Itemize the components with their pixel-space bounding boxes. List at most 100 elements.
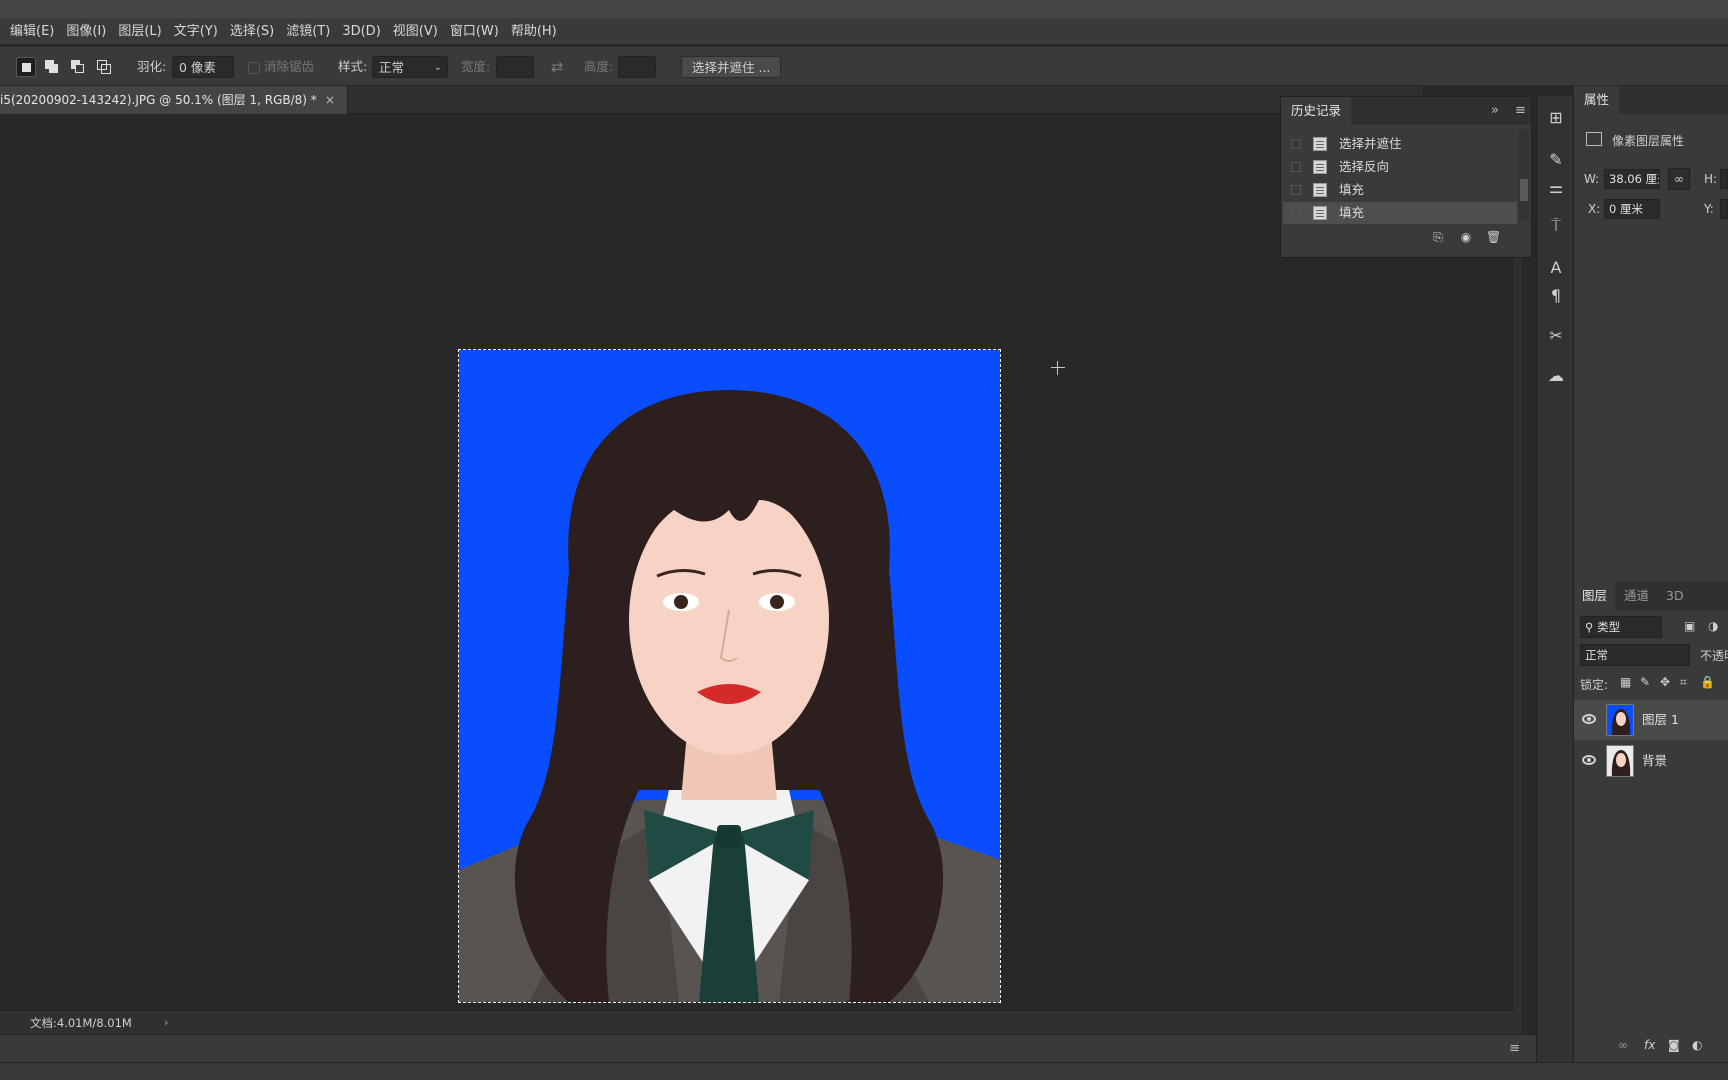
select-and-mask-button[interactable]: 选择并遮住 ... xyxy=(681,56,782,78)
opacity-label: 不透明 xyxy=(1700,649,1728,663)
menu-help[interactable]: 帮助(H) xyxy=(505,22,563,42)
menu-select[interactable]: 选择(S) xyxy=(224,22,280,42)
menu-type[interactable]: 文字(Y) xyxy=(168,22,224,42)
link-icon[interactable]: ∞ xyxy=(1668,168,1690,190)
antialias-checkbox[interactable] xyxy=(248,62,260,74)
camera-icon[interactable]: ◉ xyxy=(1459,230,1473,244)
layer-row[interactable]: 背景 xyxy=(1574,741,1728,781)
width-field[interactable]: 38.06 厘米 xyxy=(1604,169,1660,189)
new-document-from-state-icon[interactable]: ⎘ xyxy=(1431,230,1445,244)
chevron-down-icon: ⌄ xyxy=(433,62,442,73)
tab-3d[interactable]: 3D xyxy=(1658,582,1692,610)
chevron-right-icon[interactable]: › xyxy=(164,1011,168,1035)
character-icon[interactable]: A xyxy=(1544,256,1568,280)
layer-filter-select[interactable]: ⚲ 类型 xyxy=(1580,616,1662,638)
lock-artboard-icon[interactable]: ⌗ xyxy=(1680,675,1687,690)
fx-icon[interactable]: fx xyxy=(1644,1038,1655,1052)
brush-settings-icon[interactable]: ✎ xyxy=(1544,148,1568,172)
right-panels: 属性 像素图层属性 W: 38.06 厘米 ∞ H: X: 0 厘米 Y: 图层… xyxy=(1574,86,1728,1062)
menu-layer[interactable]: 图层(L) xyxy=(112,22,167,42)
visibility-eye-icon[interactable] xyxy=(1582,714,1596,724)
history-snapshot-checkbox[interactable] xyxy=(1291,208,1301,218)
image-filter-icon[interactable]: ▣ xyxy=(1684,619,1695,633)
lock-label: 锁定: xyxy=(1580,678,1609,692)
history-step-icon xyxy=(1313,160,1327,174)
history-item-label: 填充 xyxy=(1339,182,1365,197)
adjustment-filter-icon[interactable]: ◑ xyxy=(1708,619,1718,633)
tool-presets-icon[interactable]: ✂ xyxy=(1544,324,1568,348)
lock-position-icon[interactable]: ✥ xyxy=(1660,675,1670,689)
document-title: i5(20200902-143242).JPG @ 50.1% (图层 1, R… xyxy=(0,93,317,107)
style-label: 样式: xyxy=(338,59,368,74)
menu-image[interactable]: 图像(I) xyxy=(60,22,112,42)
new-selection-icon[interactable] xyxy=(16,57,36,77)
scroll-thumb[interactable] xyxy=(1520,179,1528,201)
height-label: 高度: xyxy=(584,59,614,74)
bottom-dock: ≡ xyxy=(0,1034,1536,1062)
height-field[interactable] xyxy=(1720,169,1728,189)
menu-window[interactable]: 窗口(W) xyxy=(444,22,505,42)
properties-tab[interactable]: 属性 xyxy=(1574,86,1620,114)
style-select[interactable]: 正常 ⌄ xyxy=(372,56,448,78)
x-field[interactable]: 0 厘米 xyxy=(1604,199,1660,219)
feather-input[interactable]: 0 像素 xyxy=(172,56,234,78)
tab-layers[interactable]: 图层 xyxy=(1574,582,1616,610)
layer-thumbnail xyxy=(1606,704,1634,736)
history-item-selected[interactable]: 填充 xyxy=(1283,202,1517,224)
history-step-icon xyxy=(1313,206,1327,220)
history-item-label: 选择反向 xyxy=(1339,159,1390,174)
width-input[interactable] xyxy=(496,56,534,78)
history-panel-icon[interactable]: ⊞ xyxy=(1544,106,1568,130)
history-item[interactable]: 选择反向 xyxy=(1283,156,1517,178)
blend-mode-select[interactable]: 正常 xyxy=(1580,644,1690,666)
libraries-icon[interactable]: ☁ xyxy=(1544,364,1568,388)
layer-thumbnail-art xyxy=(1611,709,1631,735)
history-snapshot-checkbox[interactable] xyxy=(1291,185,1301,195)
document-tab[interactable]: i5(20200902-143242).JPG @ 50.1% (图层 1, R… xyxy=(0,86,348,114)
adjustments-icon[interactable]: ⚌ xyxy=(1544,176,1568,200)
history-snapshot-checkbox[interactable] xyxy=(1291,139,1301,149)
history-item-label: 填充 xyxy=(1339,205,1365,220)
paragraph-icon[interactable]: ¶ xyxy=(1544,284,1568,308)
menu-bar: 编辑(E) 图像(I) 图层(L) 文字(Y) 选择(S) 滤镜(T) 3D(D… xyxy=(0,0,1728,44)
panel-menu-icon[interactable]: ≡ xyxy=(1515,97,1526,125)
layer-name: 背景 xyxy=(1642,753,1668,768)
y-field[interactable] xyxy=(1720,199,1728,219)
filter-label: 类型 xyxy=(1597,620,1621,634)
layer-row[interactable]: 图层 1 xyxy=(1574,700,1728,740)
expand-icon[interactable]: » xyxy=(1491,97,1499,125)
close-icon[interactable]: × xyxy=(325,93,335,107)
swap-icon[interactable]: ⇄ xyxy=(551,56,564,78)
h-label: H: xyxy=(1704,172,1718,186)
style-value: 正常 xyxy=(379,60,405,75)
visibility-eye-icon[interactable] xyxy=(1582,755,1596,765)
subtract-from-selection-icon[interactable] xyxy=(68,57,88,77)
add-to-selection-icon[interactable] xyxy=(42,57,62,77)
history-tab[interactable]: 历史记录 xyxy=(1281,97,1352,125)
width-label: 宽度: xyxy=(461,59,491,74)
menu-filter[interactable]: 滤镜(T) xyxy=(280,22,336,42)
new-fill-layer-icon[interactable]: ◐ xyxy=(1692,1038,1702,1052)
history-item[interactable]: 填充 xyxy=(1283,179,1517,201)
history-item-label: 选择并遮住 xyxy=(1339,136,1402,151)
link-layers-icon[interactable]: ∞ xyxy=(1618,1038,1628,1052)
add-mask-icon[interactable]: ◙ xyxy=(1668,1038,1680,1052)
history-scrollbar[interactable] xyxy=(1519,129,1529,221)
lock-all-icon[interactable]: 🔒 xyxy=(1700,675,1715,689)
lock-transparent-icon[interactable]: ▦ xyxy=(1620,675,1631,689)
history-snapshot-checkbox[interactable] xyxy=(1291,162,1301,172)
tab-channels[interactable]: 通道 xyxy=(1616,582,1657,610)
intersect-selection-icon[interactable] xyxy=(94,57,114,77)
menu-view[interactable]: 视图(V) xyxy=(387,22,444,42)
history-item[interactable]: 选择并遮住 xyxy=(1283,133,1517,155)
history-header: 历史记录 » ≡ xyxy=(1281,97,1531,125)
menu-icon[interactable]: ≡ xyxy=(1509,1041,1520,1056)
clone-source-icon[interactable]: ⍑ xyxy=(1544,214,1568,238)
trash-icon[interactable]: 🗑 xyxy=(1486,230,1501,244)
lock-image-icon[interactable]: ✎ xyxy=(1640,675,1650,689)
menu-3d[interactable]: 3D(D) xyxy=(336,22,386,42)
window-footer xyxy=(0,1062,1728,1080)
menu-edit[interactable]: 编辑(E) xyxy=(4,22,60,42)
height-input[interactable] xyxy=(618,56,656,78)
status-bar: 文档:4.01M/8.01M › xyxy=(0,1010,1514,1034)
